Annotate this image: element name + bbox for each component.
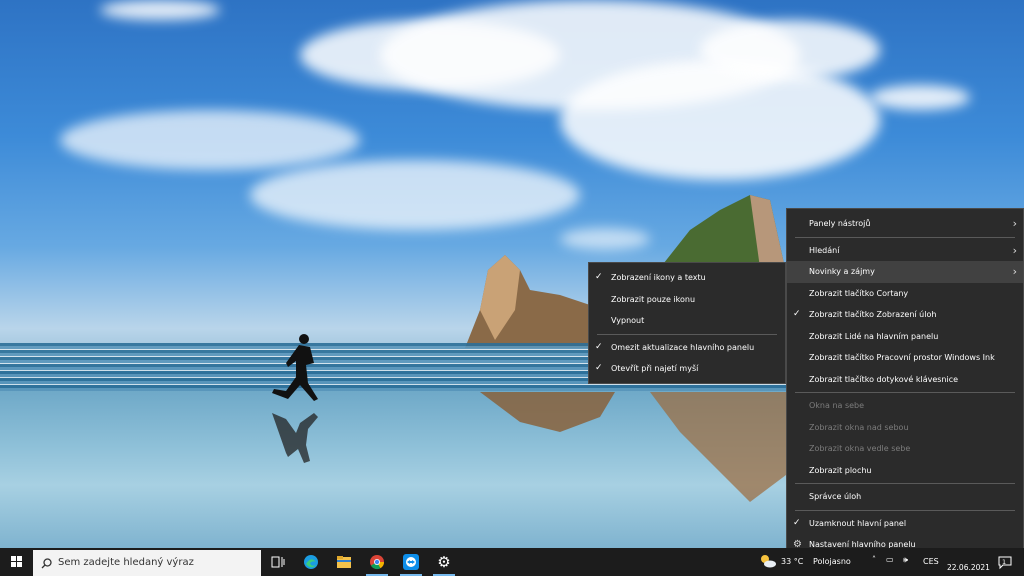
taskbar-search-box[interactable]: Sem zadejte hledaný výraz: [33, 550, 261, 576]
weather-description: Polojasno: [813, 557, 851, 566]
menu-item-zobrazit-tlacitko-dotykove-klavesnice[interactable]: Zobrazit tlačítko dotykové klávesnice: [787, 369, 1023, 391]
rock-reflection: [480, 392, 790, 502]
taskbar-context-menu: Panely nástrojů › Hledání › Novinky a zájmy ›…: [786, 208, 1024, 560]
checkmark-icon: ✓: [793, 309, 801, 319]
partly-cloudy-icon: [761, 555, 776, 568]
network-icon[interactable]: ▭: [886, 555, 894, 564]
rock-formation-right: [660, 195, 785, 268]
start-button[interactable]: [0, 548, 33, 576]
show-hidden-icons-icon[interactable]: ˄: [872, 555, 876, 564]
menu-item-label: Uzamknout hlavní panel: [809, 518, 907, 528]
chrome-taskbar-button[interactable]: [362, 548, 392, 576]
menu-separator: [795, 483, 1015, 484]
teamviewer-taskbar-button[interactable]: [396, 548, 426, 576]
volume-icon[interactable]: 🕪: [903, 555, 908, 565]
weather-widget[interactable]: 33 °C Polojasno: [755, 548, 865, 576]
settings-taskbar-button[interactable]: ⚙: [429, 548, 459, 576]
menu-item-label: Zobrazit okna vedle sebe: [809, 444, 911, 453]
menu-item-novinky-a-zajmy[interactable]: Novinky a zájmy ›: [787, 261, 1023, 283]
menu-item-label: Otevřít při najetí myší: [611, 364, 699, 373]
menu-separator: [795, 236, 1015, 238]
menu-item-label: Zobrazení ikony a textu: [611, 273, 706, 282]
menu-item-label: Zobrazit plochu: [809, 465, 872, 475]
menu-item-uzamknout-hlavni-panel[interactable]: ✓ Uzamknout hlavní panel: [787, 513, 1023, 535]
menu-item-hledani[interactable]: Hledání ›: [787, 240, 1023, 262]
search-placeholder: Sem zadejte hledaný výraz: [58, 557, 194, 568]
runner-silhouette: [272, 334, 318, 463]
menu-item-okna-na-sebe: Okna na sebe: [787, 395, 1023, 417]
checkmark-icon: ✓: [595, 363, 603, 373]
language-indicator[interactable]: CES: [923, 557, 939, 566]
weather-temperature: 33 °C: [781, 557, 804, 566]
menu-item-label: Zobrazit Lidé na hlavním panelu: [809, 331, 939, 341]
edge-taskbar-button[interactable]: [296, 548, 326, 576]
menu-item-zobrazit-lide-na-hlavnim-panelu[interactable]: Zobrazit Lidé na hlavním panelu: [787, 326, 1023, 348]
checkmark-icon: ✓: [595, 272, 603, 282]
menu-item-zobrazit-okna-nad-sebou: Zobrazit okna nad sebou: [787, 417, 1023, 439]
menu-item-label: Okna na sebe: [809, 401, 865, 410]
file-explorer-taskbar-button[interactable]: [329, 548, 359, 576]
menu-item-label: Správce úloh: [809, 492, 862, 501]
taskbar: Sem zadejte hledaný výraz ⚙ 33 °C Poloja…: [0, 548, 1024, 576]
menu-item-zobrazeni-ikony-a-textu[interactable]: ✓ Zobrazení ikony a textu: [589, 267, 785, 289]
menu-item-label: Vypnout: [611, 316, 645, 325]
chevron-right-icon: ›: [1012, 265, 1017, 278]
menu-item-label: Panely nástrojů: [809, 219, 871, 228]
menu-item-label: Zobrazit tlačítko Pracovní prostor Windo…: [809, 353, 995, 362]
menu-item-zobrazit-plochu[interactable]: Zobrazit plochu: [787, 460, 1023, 482]
teamviewer-icon: [403, 554, 419, 570]
checkmark-icon: ✓: [595, 341, 603, 352]
chevron-right-icon: ›: [1012, 243, 1017, 257]
system-tray: 33 °C Polojasno ˄ ▭ 🕪 CES 22.06.2021 1: [755, 548, 1024, 576]
menu-item-label: Zobrazit tlačítko dotykové klávesnice: [809, 374, 959, 384]
chrome-icon: [370, 555, 385, 570]
menu-item-label: Zobrazit tlačítko Cortany: [809, 288, 909, 298]
menu-item-zobrazit-tlacitko-zobrazeni-uloh[interactable]: ✓ Zobrazit tlačítko Zobrazení úloh: [787, 304, 1023, 326]
settings-icon: ⚙: [437, 553, 451, 571]
rock-formation-left: [465, 255, 595, 348]
menu-item-omezit-aktualizace-hlavniho-panelu[interactable]: ✓ Omezit aktualizace hlavního panelu: [589, 337, 785, 359]
edge-icon: [304, 555, 318, 569]
clock-date[interactable]: 22.06.2021: [947, 563, 990, 572]
menu-item-label: Zobrazit tlačítko Zobrazení úloh: [809, 310, 937, 319]
task-view-button[interactable]: [263, 548, 293, 576]
menu-item-zobrazit-okna-vedle-sebe: Zobrazit okna vedle sebe: [787, 438, 1023, 460]
menu-separator: [795, 392, 1015, 393]
menu-item-zobrazit-tlacitko-cortany[interactable]: Zobrazit tlačítko Cortany: [787, 283, 1023, 305]
windows-logo-icon: [11, 556, 22, 567]
menu-item-label: Zobrazit pouze ikonu: [611, 294, 696, 304]
file-explorer-icon: [337, 556, 351, 568]
menu-item-vypnout[interactable]: Vypnout: [589, 310, 785, 332]
menu-item-label: Zobrazit okna nad sebou: [809, 422, 909, 432]
menu-item-panely-nastroju[interactable]: Panely nástrojů ›: [787, 213, 1023, 235]
menu-item-label: Omezit aktualizace hlavního panelu: [611, 342, 755, 352]
menu-item-spravce-uloh[interactable]: Správce úloh: [787, 486, 1023, 508]
menu-item-zobrazit-pouze-ikonu[interactable]: Zobrazit pouze ikonu: [589, 289, 785, 311]
search-icon: [41, 558, 52, 569]
menu-item-otevrit-pri-najeti-mysi[interactable]: ✓ Otevřít při najetí myší: [589, 358, 785, 380]
menu-item-zobrazit-tlacitko-pracovni-prostor-windows-ink[interactable]: Zobrazit tlačítko Pracovní prostor Windo…: [787, 347, 1023, 369]
action-center-button[interactable]: 1: [995, 552, 1015, 572]
task-view-icon: [271, 556, 285, 568]
checkmark-icon: ✓: [793, 517, 801, 528]
menu-separator: [597, 333, 777, 335]
news-interests-submenu: ✓ Zobrazení ikony a textu Zobrazit pouze i…: [588, 262, 786, 384]
menu-item-label: Hledání: [809, 245, 840, 255]
notification-count: 1: [1002, 558, 1007, 566]
chevron-right-icon: ›: [1012, 217, 1017, 230]
menu-item-label: Novinky a zájmy: [809, 267, 875, 276]
menu-separator: [795, 509, 1015, 511]
